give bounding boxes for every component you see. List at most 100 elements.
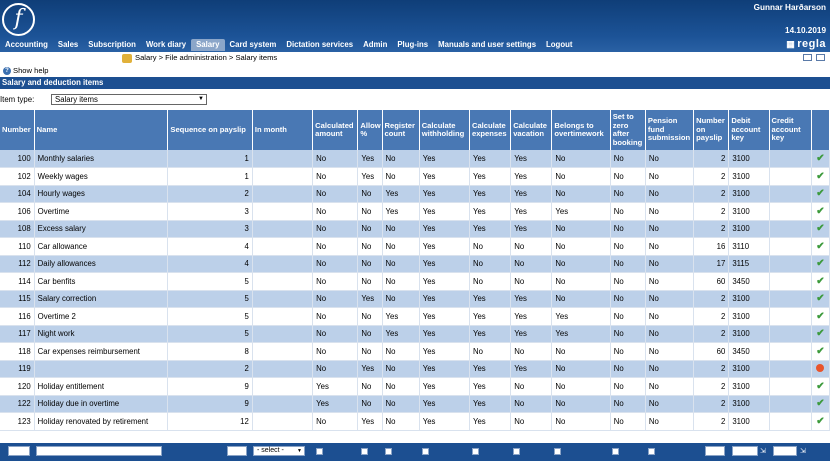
- table-row[interactable]: 115 Salary correction 5 No Yes No Yes Yes Yes No N…: [0, 290, 830, 308]
- filter-calc-checkbox[interactable]: [316, 448, 323, 455]
- table-row[interactable]: 108 Excess salary 3 No No No Yes Yes Yes No No No 2 3…: [0, 220, 830, 238]
- filter-number[interactable]: [8, 446, 30, 456]
- table-row[interactable]: 119 2 No Yes No Yes Yes Yes No No No 2 3100: [0, 360, 830, 378]
- cell-wh: Yes: [419, 325, 470, 343]
- column-header[interactable]: Sequence on payslip: [167, 110, 253, 150]
- cell-debit: 3100: [728, 202, 770, 221]
- column-header[interactable]: Allow %: [357, 110, 383, 150]
- email-icon[interactable]: [803, 54, 812, 61]
- cell-wh: Yes: [419, 255, 470, 273]
- cell-wh: Yes: [419, 342, 470, 361]
- item-type-select[interactable]: Salary items ▼: [51, 94, 207, 105]
- menu-item-sales[interactable]: Sales: [53, 39, 83, 51]
- cell-reg: Yes: [382, 307, 420, 326]
- status-cell: ✔: [811, 307, 830, 326]
- menu-item-logout[interactable]: Logout: [541, 39, 577, 51]
- filter-vac-checkbox[interactable]: [513, 448, 520, 455]
- cell-credit: [769, 202, 812, 221]
- cell-calc: No: [312, 342, 359, 361]
- table-row[interactable]: 106 Overtime 3 No No Yes Yes Yes Yes Yes No No 2 3100…: [0, 202, 830, 221]
- table-row[interactable]: 102 Weekly wages 1 No Yes No Yes Yes Yes No No No 2 3…: [0, 167, 830, 186]
- brand-name: regla: [797, 38, 826, 50]
- cell-seq: 12: [167, 412, 253, 431]
- table-row[interactable]: 112 Daily allowances 4 No No No Yes No No No No No 1…: [0, 255, 830, 273]
- column-header[interactable]: Calculated amount: [312, 110, 359, 150]
- cell-exp: Yes: [469, 307, 512, 326]
- column-header[interactable]: Calculate vacation: [510, 110, 553, 150]
- filter-month-select[interactable]: - select - ▼: [253, 446, 305, 456]
- menu-item-accounting[interactable]: Accounting: [0, 39, 53, 51]
- menu-item-dictation-services[interactable]: Dictation services: [281, 39, 358, 51]
- cell-month: [252, 342, 314, 361]
- logo-icon[interactable]: f: [2, 3, 35, 36]
- window-icon[interactable]: [816, 54, 825, 61]
- column-header[interactable]: Calculate withholding: [419, 110, 470, 150]
- cell-vac: Yes: [510, 150, 553, 168]
- cell-seq: 2: [167, 185, 253, 203]
- menu-item-admin[interactable]: Admin: [358, 39, 392, 51]
- filter-exp-checkbox[interactable]: [472, 448, 479, 455]
- table-row[interactable]: 123 Holiday renovated by retirement 12 No Ye…: [0, 412, 830, 431]
- table-row[interactable]: 117 Night work 5 No No Yes Yes Yes Yes Yes No No 2 31…: [0, 325, 830, 343]
- breadcrumb[interactable]: Salary > File administration > Salary it…: [135, 53, 277, 62]
- cell-vac: No: [510, 342, 553, 361]
- filter-reg-checkbox[interactable]: [385, 448, 392, 455]
- column-header[interactable]: Register count: [382, 110, 420, 150]
- filter-wh-checkbox[interactable]: [422, 448, 429, 455]
- table-row[interactable]: 122 Holiday due in overtime 9 Yes No No Yes Yes…: [0, 395, 830, 413]
- filter-zero-checkbox[interactable]: [612, 448, 619, 455]
- column-header[interactable]: Name: [34, 110, 169, 150]
- table-row[interactable]: 120 Holiday entitlement 9 Yes No No Yes Yes No No…: [0, 377, 830, 396]
- filter-debit[interactable]: [732, 446, 758, 456]
- filter-pension-checkbox[interactable]: [648, 448, 655, 455]
- check-icon: ✔: [816, 258, 825, 270]
- column-header[interactable]: Debit account key: [728, 110, 770, 150]
- column-header[interactable]: In month: [252, 110, 314, 150]
- filter-ot-checkbox[interactable]: [554, 448, 561, 455]
- column-header[interactable]: [811, 110, 830, 150]
- cell-pension: No: [645, 202, 695, 221]
- menu-item-plug-ins[interactable]: Plug-ins: [392, 39, 433, 51]
- filter-name[interactable]: [36, 446, 162, 456]
- search-icon[interactable]: ⇲: [760, 447, 766, 455]
- table-row[interactable]: 116 Overtime 2 5 No No Yes Yes Yes Yes Yes No No 2 31…: [0, 307, 830, 326]
- column-header[interactable]: Number on payslip: [693, 110, 730, 150]
- cell-name: Overtime 2: [34, 307, 169, 326]
- menu-item-salary[interactable]: Salary: [191, 39, 225, 51]
- filter-sequence[interactable]: [227, 446, 247, 456]
- cell-nop: 17: [693, 255, 730, 273]
- help-label: Show help: [13, 66, 49, 75]
- search-icon[interactable]: ⇲: [800, 447, 806, 455]
- column-header[interactable]: Set to zero after booking: [610, 110, 646, 150]
- column-header[interactable]: Belongs to overtimework: [551, 110, 611, 150]
- column-header[interactable]: Credit account key: [769, 110, 812, 150]
- table-row[interactable]: 118 Car expenses reimbursement 8 No No No Yes N…: [0, 342, 830, 361]
- table-row[interactable]: 104 Hourly wages 2 No No Yes Yes Yes Yes No No No 2 3…: [0, 185, 830, 203]
- menu-item-work-diary[interactable]: Work diary: [141, 39, 191, 51]
- table-row[interactable]: 114 Car benfits 5 No No No Yes No No No No No 60 3450…: [0, 272, 830, 291]
- table-row[interactable]: 110 Car allowance 4 No No No Yes No No No No No 16 31…: [0, 237, 830, 256]
- cell-zero: No: [610, 342, 646, 361]
- cell-number: 122: [0, 395, 35, 413]
- help-link[interactable]: ? Show help: [3, 66, 48, 75]
- cell-reg: No: [382, 150, 420, 168]
- filter-credit[interactable]: [773, 446, 797, 456]
- user-name[interactable]: Gunnar Harðarson: [754, 3, 826, 12]
- table-row[interactable]: 100 Monthly salaries 1 No Yes No Yes Yes Yes No No…: [0, 150, 830, 168]
- filter-nop[interactable]: [705, 446, 725, 456]
- cell-seq: 5: [167, 290, 253, 308]
- status-cell: ✔: [811, 150, 830, 168]
- column-header[interactable]: Pension fund submission: [645, 110, 695, 150]
- menu-item-subscription[interactable]: Subscription: [83, 39, 141, 51]
- menu-item-manuals-and-user-settings[interactable]: Manuals and user settings: [433, 39, 541, 51]
- cell-vac: Yes: [510, 185, 553, 203]
- cell-zero: No: [610, 360, 646, 378]
- column-header[interactable]: Calculate expenses: [469, 110, 512, 150]
- cell-calc: No: [312, 220, 359, 238]
- cell-allow: No: [357, 377, 383, 396]
- menu-item-card-system[interactable]: Card system: [225, 39, 282, 51]
- cell-number: 110: [0, 237, 35, 256]
- filter-allow-checkbox[interactable]: [361, 448, 368, 455]
- column-header[interactable]: Number: [0, 110, 35, 150]
- folder-icon: [122, 54, 132, 63]
